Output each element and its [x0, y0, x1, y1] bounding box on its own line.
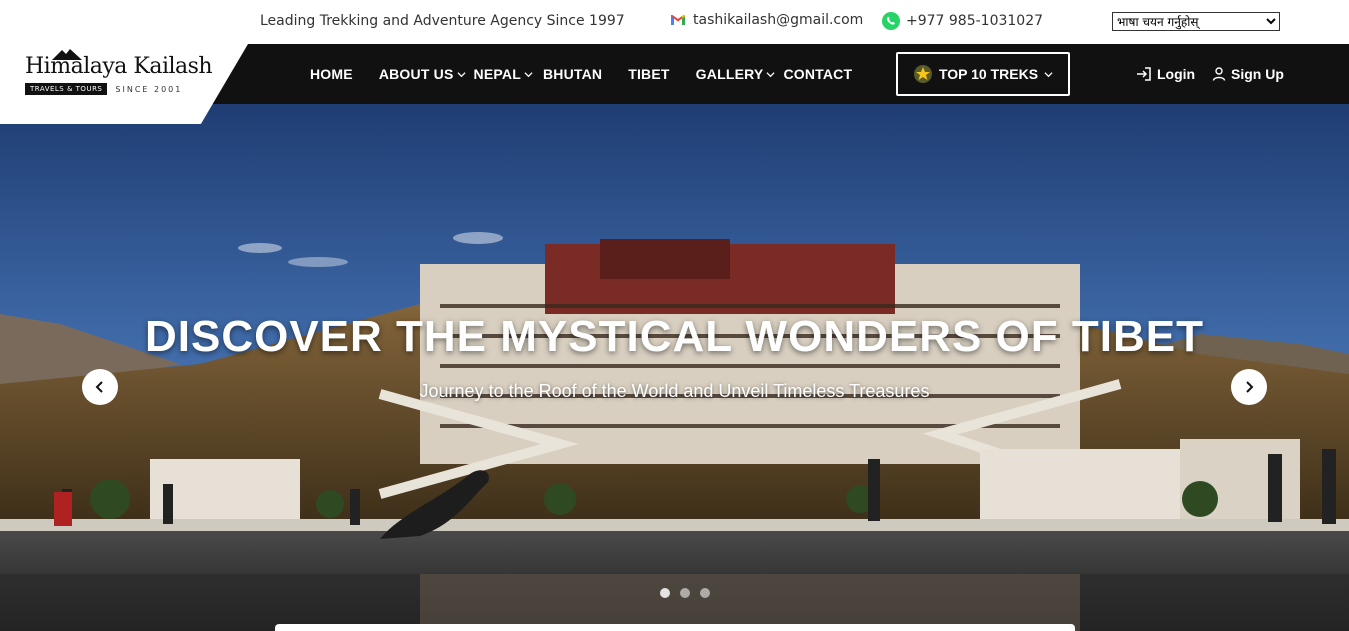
chevron-down-icon [1044, 71, 1053, 77]
nav-bhutan-label: BHUTAN [542, 66, 603, 82]
nav-nepal[interactable]: NEPAL [474, 66, 533, 82]
nav-gallery-label: GALLERY [695, 66, 764, 82]
nav-home-label: HOME [310, 66, 353, 82]
top-bar: Leading Trekking and Adventure Agency Si… [0, 0, 1349, 44]
hero-title: DISCOVER THE MYSTICAL WONDERS OF TIBET [144, 312, 1204, 361]
hero-slider: DISCOVER THE MYSTICAL WONDERS OF TIBET J… [0, 104, 1349, 631]
nav-menu: HOME ABOUT US NEPAL BHUTAN TIBET GALLERY… [310, 44, 852, 104]
nav-gallery[interactable]: GALLERY [696, 66, 776, 82]
nav-bhutan[interactable]: BHUTAN [543, 66, 602, 82]
chevron-down-icon [766, 71, 775, 77]
tagline: Leading Trekking and Adventure Agency Si… [260, 13, 625, 29]
chevron-down-icon [524, 71, 533, 77]
nav-tibet[interactable]: TIBET [628, 66, 669, 82]
logo-badge: TRAVELS & TOURS [25, 83, 108, 95]
slider-prev-button[interactable] [82, 369, 118, 405]
top-treks-button[interactable]: TOP 10 TREKS [896, 52, 1070, 96]
nav-nepal-label: NEPAL [473, 66, 521, 82]
language-select[interactable]: भाषा चयन गर्नुहोस् [1112, 12, 1280, 31]
chevron-right-icon [1246, 381, 1254, 393]
chevron-down-icon [456, 71, 466, 77]
slider-dots [660, 588, 710, 598]
logo-since: SINCE 2001 [115, 84, 183, 94]
signup-label: Sign Up [1231, 66, 1284, 82]
nav-about[interactable]: ABOUT US [379, 66, 466, 82]
login-link[interactable]: Login [1136, 44, 1195, 104]
search-panel [275, 624, 1075, 631]
logo-title: Himalaya Kailash [25, 54, 213, 79]
nav-home[interactable]: HOME [310, 66, 353, 82]
nav-about-label: ABOUT US [378, 66, 454, 82]
star-badge-icon [913, 65, 932, 83]
gmail-icon [670, 14, 686, 26]
nav-contact[interactable]: CONTACT [783, 66, 852, 82]
phone-link[interactable]: +977 985-1031027 [882, 12, 1043, 30]
email-text: tashikailash@gmail.com [693, 12, 864, 28]
slider-dot[interactable] [700, 588, 710, 598]
slider-dot[interactable] [660, 588, 670, 598]
email-link[interactable]: tashikailash@gmail.com [670, 12, 863, 28]
signup-link[interactable]: Sign Up [1212, 44, 1284, 104]
chevron-left-icon [95, 381, 103, 393]
hero-background-image [0, 104, 1349, 631]
whatsapp-icon [882, 12, 900, 30]
slider-dot[interactable] [680, 588, 690, 598]
top-treks-label: TOP 10 TREKS [938, 66, 1039, 82]
login-icon [1137, 67, 1151, 81]
slider-next-button[interactable] [1231, 369, 1267, 405]
phone-text: +977 985-1031027 [906, 13, 1044, 29]
nav-contact-label: CONTACT [783, 66, 853, 82]
hero-subtitle: Journey to the Roof of the World and Unv… [419, 381, 930, 401]
nav-tibet-label: TIBET [628, 66, 670, 82]
logo-subtitle: TRAVELS & TOURS SINCE 2001 [25, 83, 182, 95]
login-label: Login [1157, 66, 1196, 82]
user-icon [1212, 67, 1226, 81]
